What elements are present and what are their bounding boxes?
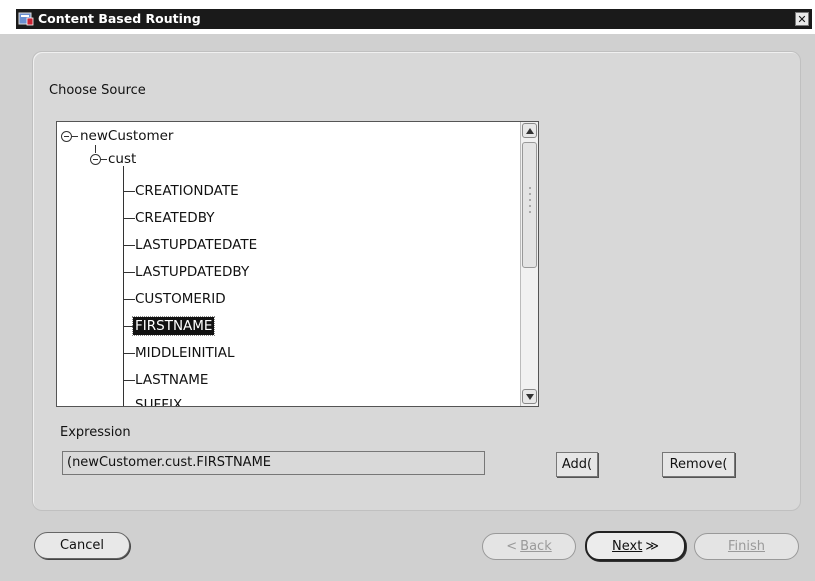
close-button[interactable]: ✕ [795, 12, 809, 26]
tree-node-label: LASTUPDATEDBY [135, 264, 250, 280]
grip-dot [529, 199, 531, 201]
add-button[interactable]: Add( [556, 452, 598, 477]
finish-button[interactable]: Finish [694, 533, 799, 560]
arrow-down-icon [525, 393, 534, 400]
tree-node-field[interactable]: SUFFIX [133, 396, 184, 406]
scroll-up-button[interactable] [522, 123, 537, 138]
tree-node-field[interactable]: CREATEDBY [133, 209, 216, 227]
tree-node-field[interactable]: CREATIONDATE [133, 182, 241, 200]
tree-node-root[interactable]: newCustomer [78, 127, 175, 145]
choose-source-label: Choose Source [49, 83, 146, 98]
back-button[interactable]: < Back [482, 533, 576, 560]
tree-node-field-selected[interactable]: FIRSTNAME [131, 316, 216, 336]
remove-button[interactable]: Remove( [662, 452, 735, 477]
grip-dot [529, 187, 531, 189]
finish-label: Finish [727, 539, 765, 554]
collapse-cust-icon[interactable] [90, 154, 101, 165]
tree-node-field[interactable]: CUSTOMERID [133, 290, 228, 308]
scroll-thumb[interactable] [522, 142, 537, 268]
tree-connector [95, 145, 96, 153]
arrow-up-icon [525, 127, 534, 134]
tree-node-label: LASTUPDATEDATE [135, 237, 258, 253]
next-button[interactable]: Next ≫ [585, 531, 686, 561]
collapse-root-icon[interactable] [61, 131, 72, 142]
tree-viewport: newCustomer cust CREATIONDATE CREATEDBY … [57, 122, 519, 406]
tree-node-field[interactable]: LASTUPDATEDATE [133, 236, 259, 254]
expression-field[interactable]: (newCustomer.cust.FIRSTNAME [62, 451, 485, 475]
tree-node-field[interactable]: LASTUPDATEDBY [133, 263, 251, 281]
window-title: Content Based Routing [38, 11, 201, 26]
scroll-down-button[interactable] [522, 389, 537, 404]
cancel-button[interactable]: Cancel [34, 532, 130, 559]
tree-scrollbar[interactable] [520, 122, 538, 406]
chevron-double-right-icon: ≫ [645, 538, 659, 554]
tree-node-label: CREATEDBY [135, 210, 215, 226]
tree-node-label: MIDDLEINITIAL [135, 345, 235, 361]
tree-connector [123, 166, 124, 406]
tree-node-label: SUFFIX [135, 397, 183, 406]
chevron-left-icon: < [506, 539, 518, 554]
tree-node-label: FIRSTNAME [131, 316, 216, 336]
tree-node-field[interactable]: LASTNAME [133, 371, 210, 389]
next-label: Next [612, 538, 643, 554]
close-icon: ✕ [797, 12, 807, 26]
tree-node-label: CREATIONDATE [135, 183, 239, 199]
expression-label: Expression [60, 425, 131, 440]
window-icon [18, 12, 34, 26]
dialog-window: Content Based Routing ✕ Choose Source ne… [0, 0, 815, 581]
grip-dot [529, 211, 531, 213]
back-label: Back [520, 539, 552, 554]
tree-node-field[interactable]: MIDDLEINITIAL [133, 344, 237, 362]
tree-node-label: CUSTOMERID [135, 291, 226, 307]
tree-node-label: LASTNAME [135, 372, 209, 388]
source-tree[interactable]: newCustomer cust CREATIONDATE CREATEDBY … [56, 121, 539, 407]
tree-node-label: newCustomer [80, 128, 174, 144]
title-bar: Content Based Routing ✕ [0, 0, 815, 34]
grip-dot [529, 193, 531, 195]
grip-dot [529, 205, 531, 207]
